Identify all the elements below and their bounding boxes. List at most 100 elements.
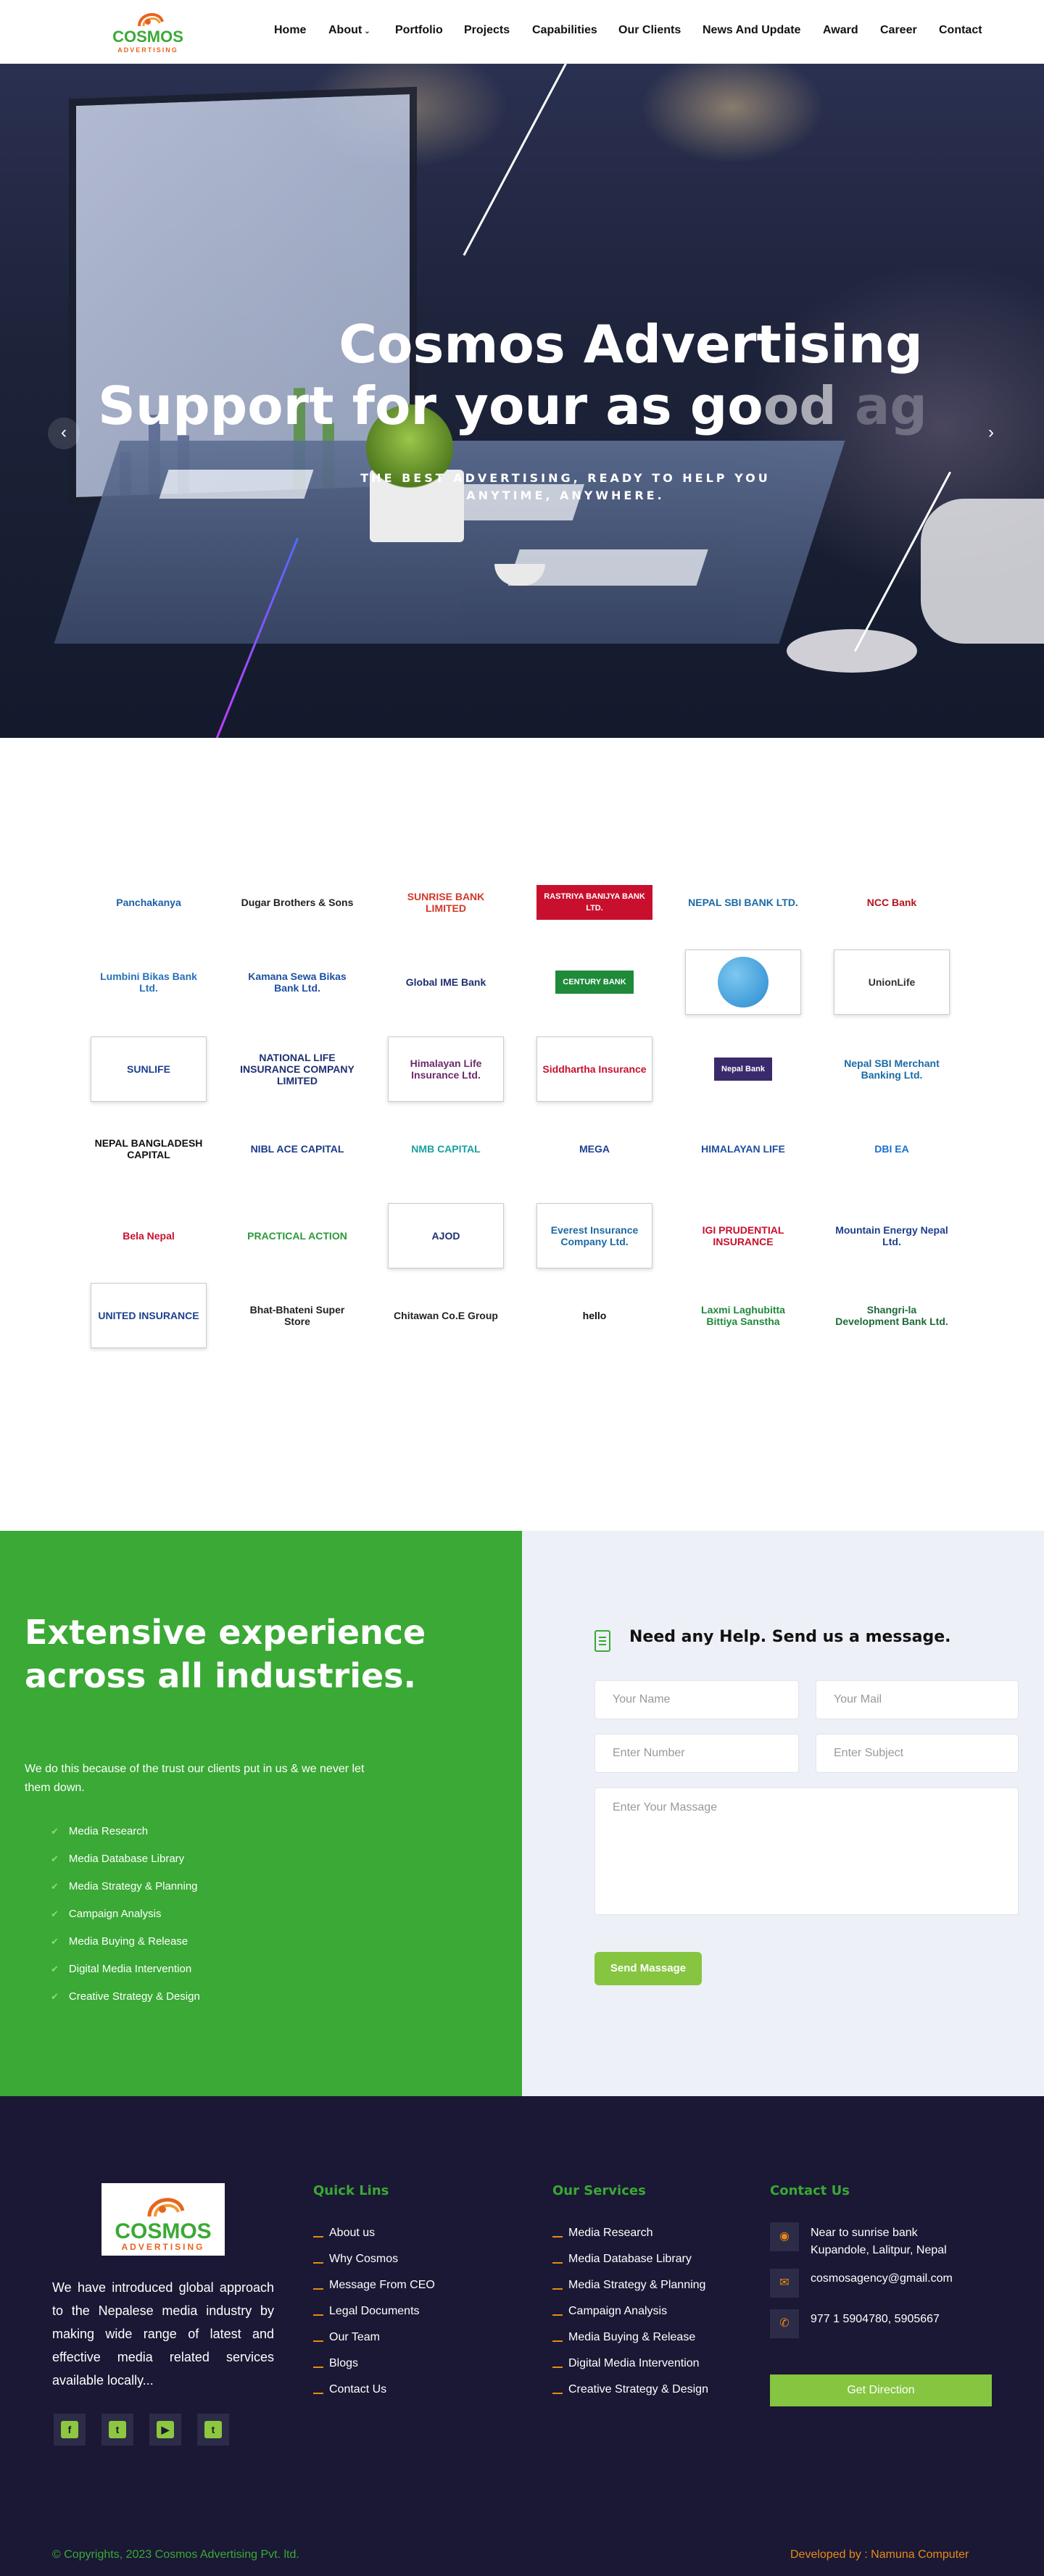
mail-input-placeholder: Your Mail xyxy=(834,1693,882,1705)
dash-icon xyxy=(313,2340,323,2342)
hero-title-line2-fade: o xyxy=(763,375,800,436)
message-textarea[interactable]: Enter Your Massage xyxy=(594,1787,1019,1915)
nav-home[interactable]: Home xyxy=(274,24,306,37)
nav-award[interactable]: Award xyxy=(823,24,858,37)
nav-career[interactable]: Career xyxy=(880,24,917,37)
client-logo: hello xyxy=(536,1283,652,1348)
client-logo: NCC Bank xyxy=(834,870,950,935)
get-direction-button[interactable]: Get Direction xyxy=(770,2375,992,2406)
footer-service-link[interactable]: Campaign Analysis xyxy=(552,2305,667,2318)
developer-credit[interactable]: Developed by : Namuna Computer xyxy=(790,2548,969,2562)
client-logo-text: RASTRIYA BANIJYA BANK LTD. xyxy=(536,885,652,920)
address-line: Near to sunrise bank xyxy=(811,2227,918,2239)
hero-title-line2-fade: d xyxy=(799,375,837,436)
site-header: COSMOS ADVERTISING Home About ⌄ Portfolio… xyxy=(0,0,1044,64)
client-logo: SUNRISE BANK LIMITED xyxy=(388,870,504,935)
client-logo-text: Nepal Bank xyxy=(714,1058,772,1081)
client-logo: Bela Nepal xyxy=(91,1203,207,1268)
copyright-text: © Copyrights, 2023 Cosmos Advertising Pv… xyxy=(52,2548,299,2561)
number-input-placeholder: Enter Number xyxy=(613,1747,685,1759)
client-logo: Nepal SBI Merchant Banking Ltd. xyxy=(834,1036,950,1102)
hero-subtitle: THE BEST ADVERTISING, READY TO HELP YOU … xyxy=(304,470,826,504)
client-logo: HIMALAYAN LIFE xyxy=(685,1116,801,1181)
subject-input[interactable]: Enter Subject xyxy=(816,1734,1019,1773)
nav-about[interactable]: About ⌄ xyxy=(328,24,370,37)
service-item: ✔ Creative Strategy & Design xyxy=(51,1990,200,2003)
check-icon: ✔ xyxy=(51,1991,59,2002)
nav-contact[interactable]: Contact xyxy=(939,24,982,37)
dash-icon xyxy=(313,2367,323,2368)
client-logo-text: Kamana Sewa Bikas Bank Ltd. xyxy=(248,971,347,994)
footer-logo[interactable]: COSMOS ADVERTISING xyxy=(102,2183,225,2256)
nav-our-clients[interactable]: Our Clients xyxy=(618,24,681,37)
service-item: ✔ Media Research xyxy=(51,1825,148,1837)
client-logo-text: NCC Bank xyxy=(866,897,917,908)
twitter-link[interactable]: t xyxy=(197,2414,229,2446)
quick-link[interactable]: Blogs xyxy=(313,2357,358,2370)
dash-icon xyxy=(552,2262,563,2264)
footer-service-link[interactable]: Creative Strategy & Design xyxy=(552,2383,708,2396)
check-icon: ✔ xyxy=(51,1964,59,1974)
send-message-button[interactable]: Send Massage xyxy=(594,1952,702,1985)
footer-email[interactable]: cosmosagency@gmail.com xyxy=(811,2270,953,2288)
client-logo-text: Chitawan Co.E Group xyxy=(394,1310,498,1321)
twitter-link[interactable]: t xyxy=(102,2414,133,2446)
quick-link[interactable]: Message From CEO xyxy=(313,2279,435,2292)
client-logo: Bhat-Bhateni Super Store xyxy=(239,1283,355,1348)
quick-link[interactable]: About us xyxy=(313,2227,375,2240)
footer-service-link[interactable]: Media Buying & Release xyxy=(552,2331,695,2344)
slider-next-arrow-icon[interactable]: › xyxy=(975,417,1007,449)
envelope-icon: ✉ xyxy=(770,2269,799,2298)
facebook-link[interactable]: f xyxy=(54,2414,86,2446)
client-logo-text: CENTURY BANK xyxy=(555,971,634,994)
dash-icon xyxy=(313,2262,323,2264)
client-logo-text: AJOD xyxy=(431,1230,460,1242)
nav-news[interactable]: News And Update xyxy=(703,24,800,37)
number-input[interactable]: Enter Number xyxy=(594,1734,799,1773)
footer-phone[interactable]: 977 1 5904780, 5905667 xyxy=(811,2311,940,2328)
location-pin-icon: ◉ xyxy=(770,2222,799,2251)
youtube-link[interactable]: ▶ xyxy=(149,2414,181,2446)
hero-subtitle-line2: ANYTIME, ANYWHERE. xyxy=(466,489,665,502)
nav-projects[interactable]: Projects xyxy=(464,24,510,37)
footer-service-link-label: Creative Strategy & Design xyxy=(568,2383,708,2396)
service-item-label: Media Database Library xyxy=(68,1853,185,1865)
mail-input[interactable]: Your Mail xyxy=(816,1680,1019,1719)
nav-portfolio[interactable]: Portfolio xyxy=(395,24,443,37)
document-icon xyxy=(594,1630,610,1652)
service-item: ✔ Media Buying & Release xyxy=(51,1935,188,1948)
service-item-label: Media Strategy & Planning xyxy=(68,1880,198,1892)
service-item: ✔ Campaign Analysis xyxy=(51,1908,161,1920)
client-logo: Global IME Bank xyxy=(388,950,504,1015)
hero-title-line2-main: Support for your as go xyxy=(98,375,763,436)
facebook-icon: f xyxy=(61,2421,78,2438)
footer-service-link[interactable]: Media Database Library xyxy=(552,2253,692,2266)
phone-icon: ✆ xyxy=(770,2309,799,2338)
name-input[interactable]: Your Name xyxy=(594,1680,799,1719)
client-logo: UNITED INSURANCE xyxy=(91,1283,207,1348)
nav-capabilities[interactable]: Capabilities xyxy=(532,24,597,37)
quick-link[interactable]: Contact Us xyxy=(313,2383,386,2396)
client-logo-text: Shangri-la Development Bank Ltd. xyxy=(835,1304,948,1327)
quick-link[interactable]: Why Cosmos xyxy=(313,2253,398,2266)
footer-service-link[interactable]: Media Research xyxy=(552,2227,653,2240)
clients-grid: Panchakanya Dugar Brothers & Sons SUNRISE … xyxy=(0,797,1044,1522)
client-logo-text: Siddhartha Insurance xyxy=(542,1063,647,1075)
svg-text:COSMOS: COSMOS xyxy=(115,2219,211,2243)
hero-subtitle-line1: THE BEST ADVERTISING, READY TO HELP YOU xyxy=(360,471,771,485)
quick-link[interactable]: Legal Documents xyxy=(313,2305,420,2318)
slider-prev-arrow-icon[interactable]: ‹ xyxy=(48,417,80,449)
client-logo: NIBL ACE CAPITAL xyxy=(239,1116,355,1181)
quick-link[interactable]: Our Team xyxy=(313,2331,380,2344)
dash-icon xyxy=(552,2393,563,2394)
dash-icon xyxy=(313,2393,323,2394)
service-item-label: Digital Media Intervention xyxy=(68,1963,192,1975)
hero-chair-image xyxy=(921,499,1044,644)
footer-service-link[interactable]: Digital Media Intervention xyxy=(552,2357,700,2370)
dash-icon xyxy=(313,2288,323,2290)
footer-service-link[interactable]: Media Strategy & Planning xyxy=(552,2279,705,2292)
footer-about-text: We have introduced global approach to th… xyxy=(52,2280,274,2388)
client-logo xyxy=(685,950,801,1015)
quick-link-label: About us xyxy=(329,2227,376,2239)
client-logo-text: SUNLIFE xyxy=(127,1063,170,1075)
